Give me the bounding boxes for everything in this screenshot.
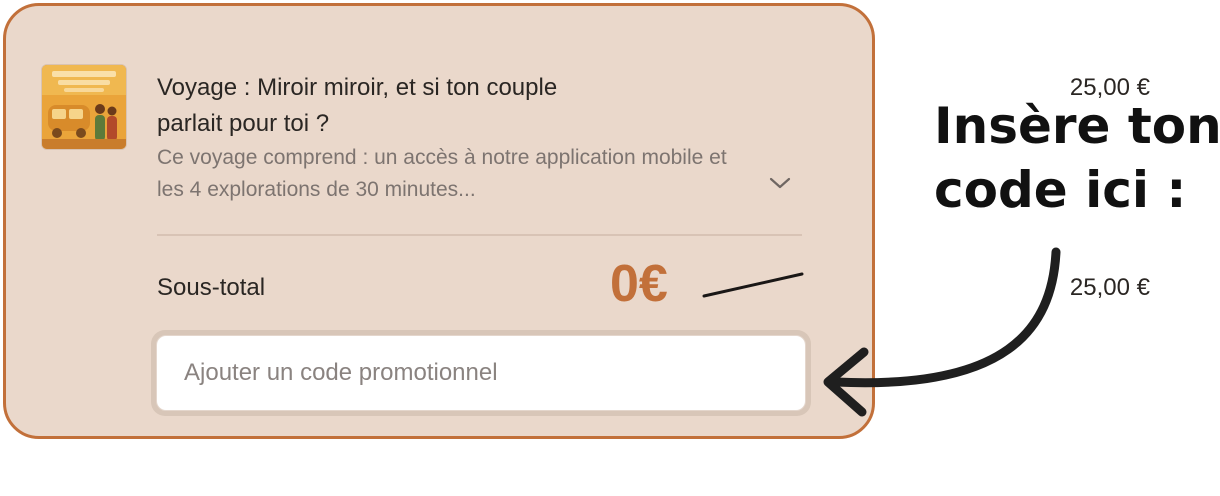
chevron-down-icon[interactable] xyxy=(768,174,792,192)
page: Voyage : Miroir miroir, et si ton couple… xyxy=(0,0,1220,496)
item-description: Ce voyage comprend : un accès à notre ap… xyxy=(157,146,727,201)
curved-arrow-icon xyxy=(823,247,1061,417)
strikethrough-line xyxy=(702,272,804,298)
discounted-price: 0€ xyxy=(610,255,668,313)
original-price: 25,00 € xyxy=(1069,274,1150,301)
item-title: Voyage : Miroir miroir, et si ton couple… xyxy=(157,74,558,137)
callout-line-2: code ici : xyxy=(934,161,1187,219)
divider xyxy=(157,234,802,236)
product-thumbnail xyxy=(41,64,127,150)
promo-field-wrapper xyxy=(151,330,811,416)
subtotal-label: Sous-total xyxy=(157,274,266,301)
callout-text: Insère ton code ici : xyxy=(934,94,1220,222)
callout-line-1: Insère ton xyxy=(934,97,1220,155)
promo-code-input[interactable] xyxy=(156,335,806,411)
